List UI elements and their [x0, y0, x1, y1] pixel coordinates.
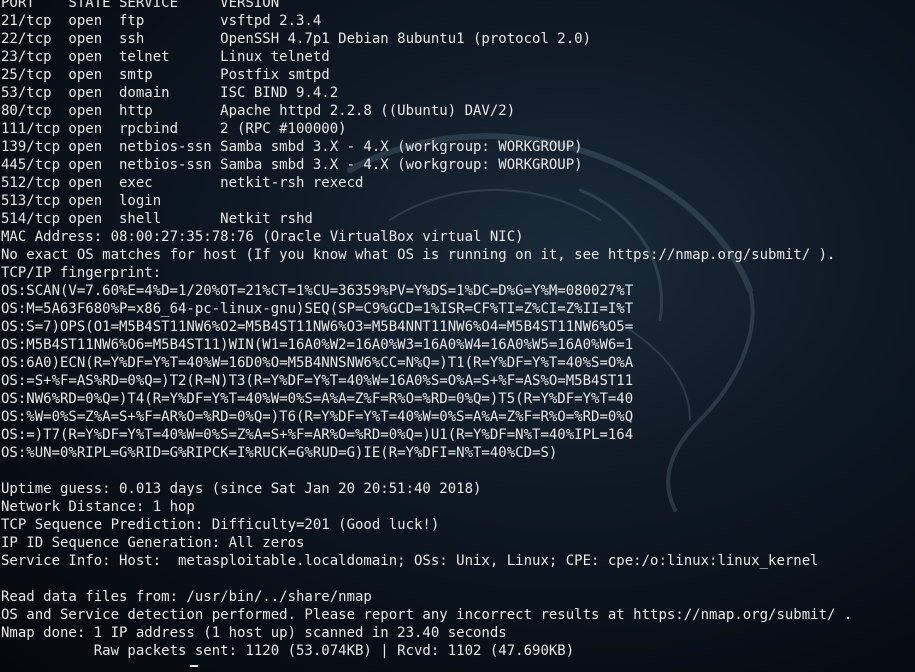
- terminal-line: 53/tcp open domain ISC BIND 9.4.2: [1, 85, 339, 101]
- terminal-line: Read data files from: /usr/bin/../share/…: [1, 589, 372, 605]
- terminal-line: OS:%W=0%S=Z%A=S+%F=AR%O=%RD=0%Q=)T6(R=Y%…: [1, 409, 634, 425]
- terminal-line: Raw packets sent: 1120 (53.074KB) | Rcvd…: [1, 643, 575, 659]
- terminal-output[interactable]: PORT STATE SERVICE VERSION 21/tcp open ft…: [1, 0, 915, 660]
- terminal-line: 513/tcp open login: [1, 193, 162, 209]
- terminal-line: 512/tcp open exec netkit-rsh rexecd: [1, 175, 364, 191]
- terminal-line: OS:%UN=0%RIPL=G%RID=G%RIPCK=I%RUCK=G%RUD…: [1, 445, 558, 461]
- terminal-line: OS:M5B4ST11NW6%O6=M5B4ST11)WIN(W1=16A0%W…: [1, 337, 634, 353]
- terminal-line: OS:NW6%RD=0%Q=)T4(R=Y%DF=Y%T=40%W=0%S=A%…: [1, 391, 634, 407]
- terminal-line: Uptime guess: 0.013 days (since Sat Jan …: [1, 481, 482, 497]
- terminal-line: 21/tcp open ftp vsftpd 2.3.4: [1, 13, 322, 29]
- terminal-line: 139/tcp open netbios-ssn Samba smbd 3.X …: [1, 139, 583, 155]
- text-cursor: [190, 665, 198, 667]
- terminal-line: Nmap done: 1 IP address (1 host up) scan…: [1, 625, 507, 641]
- terminal-line: 445/tcp open netbios-ssn Samba smbd 3.X …: [1, 157, 583, 173]
- terminal-line: Service Info: Host: metasploitable.local…: [1, 553, 819, 569]
- terminal-line: OS:=)T7(R=Y%DF=Y%T=40%W=0%S=Z%A=S+%F=AR%…: [1, 427, 634, 443]
- terminal-line: OS:M=5A63F680%P=x86_64-pc-linux-gnu)SEQ(…: [1, 301, 634, 317]
- terminal-line: OS:6A0)ECN(R=Y%DF=Y%T=40%W=16D0%O=M5B4NN…: [1, 355, 634, 371]
- terminal-line: 25/tcp open smtp Postfix smtpd: [1, 67, 330, 83]
- terminal-line: 22/tcp open ssh OpenSSH 4.7p1 Debian 8ub…: [1, 31, 592, 47]
- terminal-line: OS:=S+%F=AS%RD=0%Q=)T2(R=N)T3(R=Y%DF=Y%T…: [1, 373, 634, 389]
- terminal-line: 80/tcp open http Apache httpd 2.2.8 ((Ub…: [1, 103, 516, 119]
- terminal-line: PORT STATE SERVICE VERSION: [1, 0, 280, 11]
- terminal-line: MAC Address: 08:00:27:35:78:76 (Oracle V…: [1, 229, 524, 245]
- terminal-line: IP ID Sequence Generation: All zeros: [1, 535, 305, 551]
- terminal-line: OS:S=7)OPS(O1=M5B4ST11NW6%O2=M5B4ST11NW6…: [1, 319, 634, 335]
- terminal-line: 111/tcp open rpcbind 2 (RPC #100000): [1, 121, 347, 137]
- terminal-line: TCP/IP fingerprint:: [1, 265, 162, 281]
- terminal-line: OS and Service detection performed. Plea…: [1, 607, 853, 623]
- terminal-line: 514/tcp open shell Netkit rshd: [1, 211, 313, 227]
- terminal-line: No exact OS matches for host (If you kno…: [1, 247, 836, 263]
- terminal-line: TCP Sequence Prediction: Difficulty=201 …: [1, 517, 440, 533]
- terminal-line: 23/tcp open telnet Linux telnetd: [1, 49, 330, 65]
- terminal-line: OS:SCAN(V=7.60%E=4%D=1/20%OT=21%CT=1%CU=…: [1, 283, 634, 299]
- terminal-line: Network Distance: 1 hop: [1, 499, 195, 515]
